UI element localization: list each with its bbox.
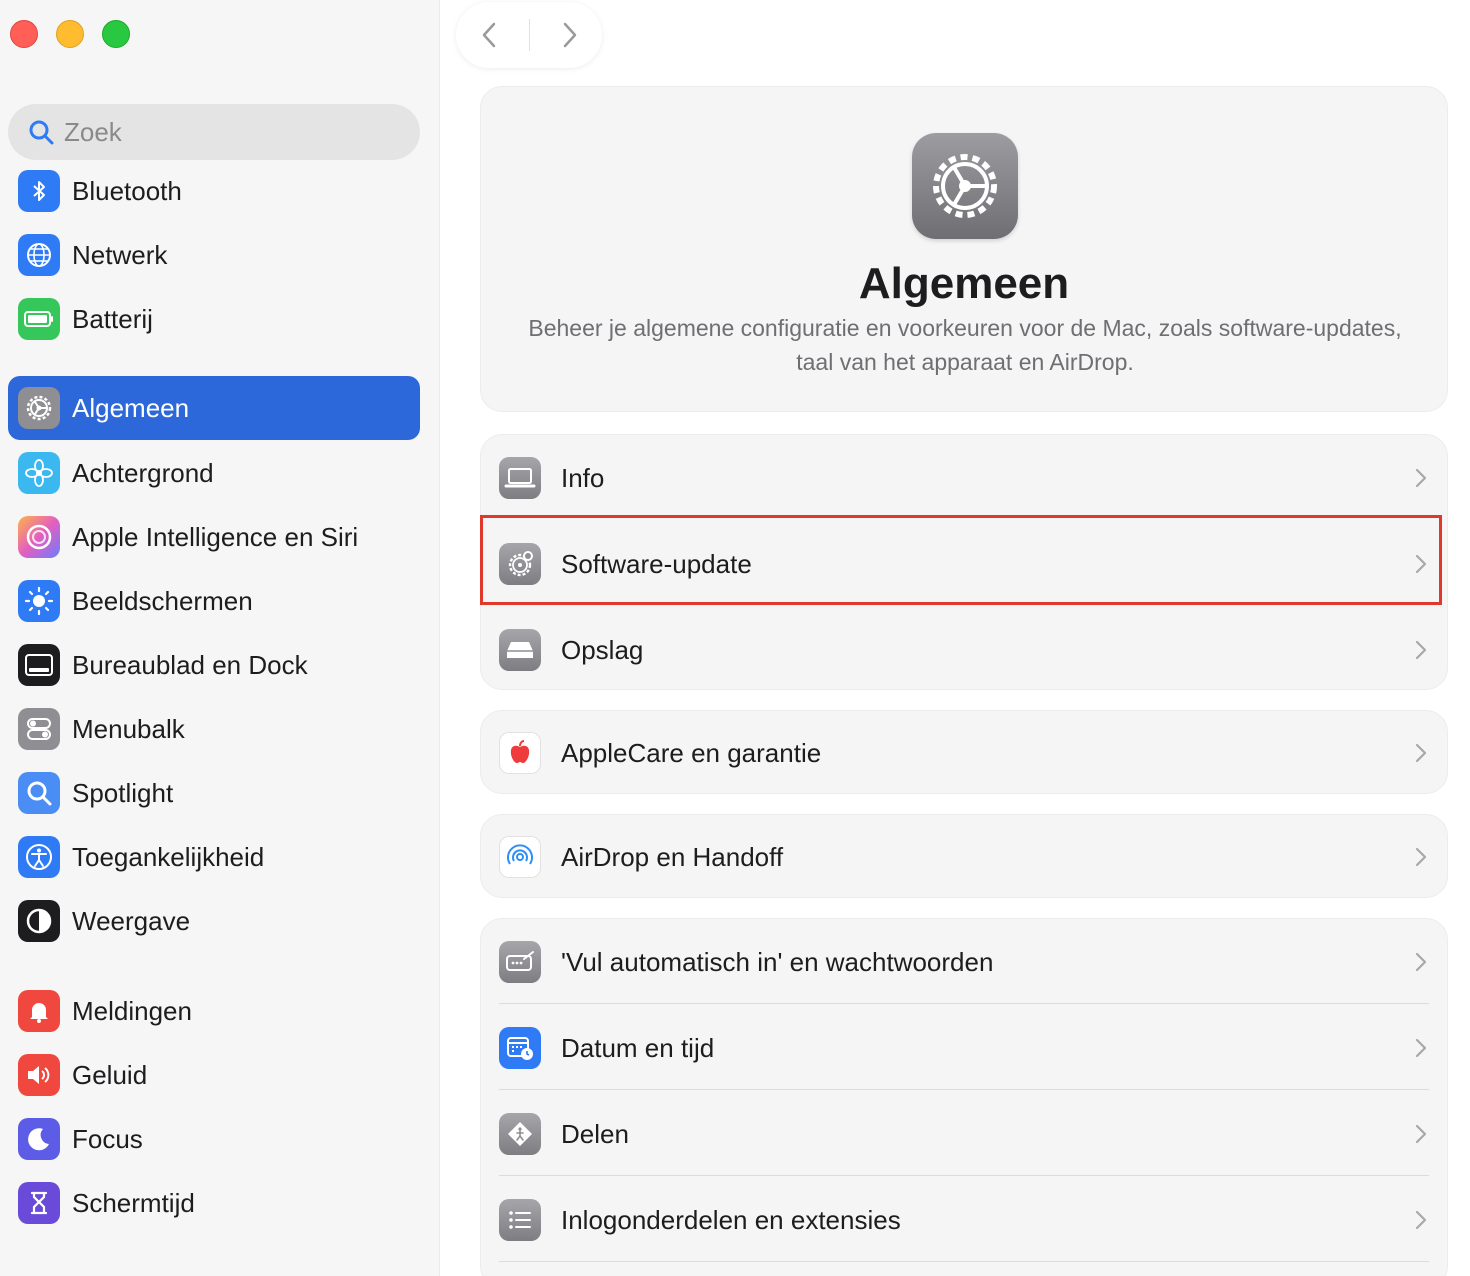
chevron-right-icon — [1415, 554, 1427, 574]
laptop-icon — [499, 457, 541, 499]
chevron-right-icon — [1415, 1210, 1427, 1230]
settings-group-applecare: AppleCare en garantie — [480, 710, 1448, 794]
accessibility-icon — [18, 836, 60, 878]
chevron-right-icon — [1415, 468, 1427, 488]
chevron-right-icon — [1415, 847, 1427, 867]
moon-icon — [18, 1118, 60, 1160]
nav-divider — [528, 19, 530, 51]
close-window-button[interactable] — [10, 20, 38, 48]
list-icon — [499, 1199, 541, 1241]
bell-icon — [18, 990, 60, 1032]
sidebar-item-menubalk[interactable]: Menubalk — [8, 697, 420, 761]
window-controls — [10, 20, 130, 48]
row-datum-tijd[interactable]: Datum en tijd — [481, 1005, 1449, 1091]
settings-group-system: Info Software-update Opslag — [480, 434, 1448, 690]
dock-icon — [18, 644, 60, 686]
row-airdrop-handoff[interactable]: AirDrop en Handoff — [481, 815, 1449, 899]
back-button[interactable] — [464, 10, 514, 60]
flower-icon — [18, 452, 60, 494]
appearance-icon — [18, 900, 60, 942]
page-title: Algemeen — [858, 259, 1070, 308]
general-header-card: Algemeen Beheer je algemene configuratie… — [480, 86, 1448, 412]
sharing-icon — [499, 1113, 541, 1155]
sidebar-item-schermtijd[interactable]: Schermtijd — [8, 1171, 420, 1235]
chevron-right-icon — [1415, 952, 1427, 972]
row-separator — [499, 1175, 1429, 1176]
calendar-clock-icon — [499, 1027, 541, 1069]
sidebar: Zoek Bluetooth Netwerk Batterij Algemeen… — [0, 0, 440, 1276]
row-delen[interactable]: Delen — [481, 1091, 1449, 1177]
row-separator — [499, 1089, 1429, 1090]
row-autofill-passwords[interactable]: 'Vul automatisch in' en wachtwoorden — [481, 919, 1449, 1005]
chevron-left-icon — [482, 22, 495, 48]
row-inlogonderdelen-extensies[interactable]: Inlogonderdelen en extensies — [481, 1177, 1449, 1263]
bluetooth-icon — [18, 170, 60, 212]
gear-icon — [18, 387, 60, 429]
sidebar-item-netwerk[interactable]: Netwerk — [8, 223, 420, 287]
row-separator — [499, 1003, 1429, 1004]
row-software-update[interactable]: Software-update — [481, 521, 1449, 607]
sidebar-item-bureaublad-dock[interactable]: Bureaublad en Dock — [8, 633, 420, 697]
disk-icon — [499, 629, 541, 671]
sidebar-item-bluetooth[interactable]: Bluetooth — [8, 159, 420, 223]
chevron-right-icon — [1415, 640, 1427, 660]
sidebar-item-focus[interactable]: Focus — [8, 1107, 420, 1171]
gear-badge-icon — [499, 543, 541, 585]
sidebar-item-spotlight[interactable]: Spotlight — [8, 761, 420, 825]
siri-icon — [18, 516, 60, 558]
airdrop-icon — [499, 836, 541, 878]
speaker-icon — [18, 1054, 60, 1096]
gear-icon — [912, 133, 1018, 239]
row-applecare[interactable]: AppleCare en garantie — [481, 711, 1449, 795]
chevron-right-icon — [1415, 743, 1427, 763]
page-description: Beheer je algemene configuratie en voork… — [528, 315, 1402, 375]
battery-icon — [18, 298, 60, 340]
chevron-right-icon — [563, 22, 576, 48]
chevron-right-icon — [1415, 1038, 1427, 1058]
sidebar-item-meldingen[interactable]: Meldingen — [8, 979, 420, 1043]
sidebar-item-toegankelijkheid[interactable]: Toegankelijkheid — [8, 825, 420, 889]
sun-icon — [18, 580, 60, 622]
search-placeholder: Zoek — [64, 116, 122, 147]
sidebar-item-batterij[interactable]: Batterij — [8, 287, 420, 351]
forward-button[interactable] — [545, 10, 595, 60]
toggles-icon — [18, 708, 60, 750]
settings-group-misc: 'Vul automatisch in' en wachtwoorden Dat… — [480, 918, 1448, 1276]
hourglass-icon — [18, 1182, 60, 1224]
zoom-window-button[interactable] — [102, 20, 130, 48]
sidebar-item-beeldschermen[interactable]: Beeldschermen — [8, 569, 420, 633]
search-field[interactable]: Zoek — [8, 104, 420, 160]
search-icon — [26, 117, 56, 147]
sidebar-item-apple-intelligence-siri[interactable]: Apple Intelligence en Siri — [8, 505, 420, 569]
sidebar-item-achtergrond[interactable]: Achtergrond — [8, 441, 420, 505]
apple-icon — [499, 732, 541, 774]
row-opslag[interactable]: Opslag — [481, 607, 1449, 693]
row-info[interactable]: Info — [481, 435, 1449, 521]
navigation-buttons — [456, 2, 602, 68]
minimize-window-button[interactable] — [56, 20, 84, 48]
sidebar-item-weergave[interactable]: Weergave — [8, 889, 420, 953]
row-separator — [499, 1261, 1429, 1262]
keyboard-icon — [499, 941, 541, 983]
magnifier-icon — [18, 772, 60, 814]
chevron-right-icon — [1415, 1124, 1427, 1144]
sidebar-item-geluid[interactable]: Geluid — [8, 1043, 420, 1107]
sidebar-item-algemeen[interactable]: Algemeen — [8, 376, 420, 440]
globe-icon — [18, 234, 60, 276]
settings-group-airdrop: AirDrop en Handoff — [480, 814, 1448, 898]
